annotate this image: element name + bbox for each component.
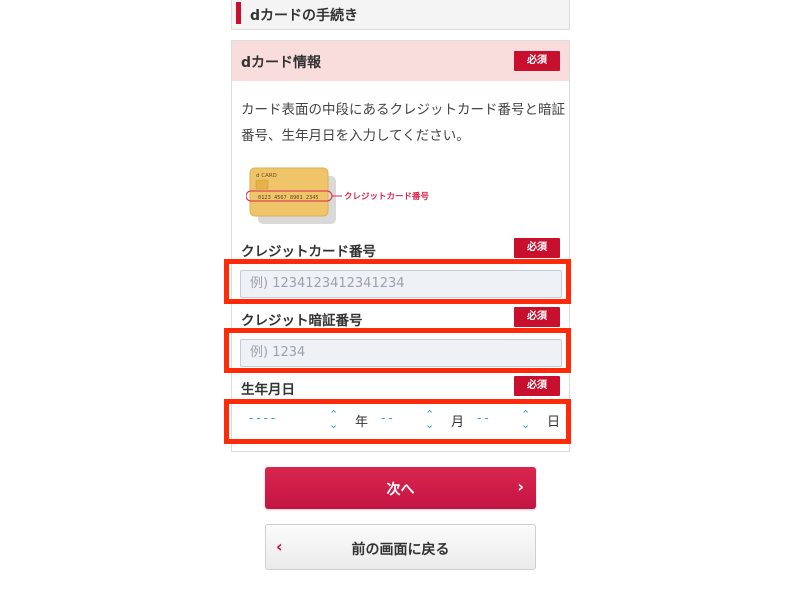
card-brand-text: d CARD	[256, 173, 277, 179]
card-number-caption: クレジットカード番号	[344, 191, 430, 202]
card-number-required-badge: 必須	[514, 238, 560, 258]
card-number-highlight	[224, 259, 571, 304]
back-button[interactable]: ‹ 前の画面に戻る	[265, 524, 536, 570]
required-badge: 必須	[514, 51, 560, 71]
dcard-info-panel: dカード情報 必須 カード表面の中段にあるクレジットカード番号と暗証番号、生年月…	[231, 40, 570, 452]
panel-description: カード表面の中段にあるクレジットカード番号と暗証番号、生年月日を入力してください…	[241, 102, 565, 144]
card-number-label: クレジットカード番号	[241, 244, 376, 260]
section-accent-bar	[236, 2, 241, 24]
pin-label: クレジット暗証番号	[241, 313, 363, 329]
panel-title: dカード情報	[241, 55, 322, 71]
next-button-label: 次へ	[386, 482, 415, 498]
back-button-label: 前の画面に戻る	[351, 542, 450, 558]
chevron-right-icon: ›	[517, 477, 524, 496]
birthdate-label: 生年月日	[241, 382, 295, 398]
pin-highlight	[224, 328, 571, 373]
section-title: dカードの手続き	[250, 8, 359, 24]
section-header: dカードの手続き	[231, 0, 570, 30]
card-number-text: 0123 4567 8901 2345	[258, 195, 319, 201]
panel-header: dカード情報 必須	[232, 41, 569, 81]
pin-required-badge: 必須	[514, 307, 560, 327]
birthdate-required-badge: 必須	[514, 376, 560, 396]
birthdate-highlight	[224, 399, 571, 444]
credit-card-illustration: d CARD 0123 4567 8901 2345 クレジットカード番号	[246, 167, 430, 224]
next-button[interactable]: 次へ ›	[265, 467, 536, 509]
